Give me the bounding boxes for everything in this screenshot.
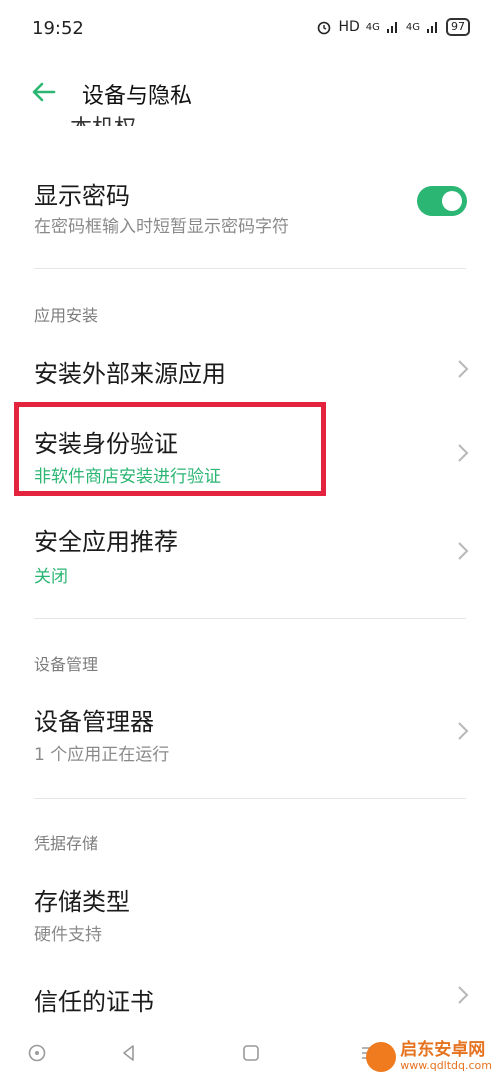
status-bar: 19:52 HD 4G 4G 97: [0, 0, 500, 60]
chevron-right-icon: [458, 986, 469, 1004]
storage-type-title: 存储类型: [34, 888, 130, 916]
signal2-label: 4G: [405, 21, 420, 33]
section-header-device-manage: 设备管理: [34, 655, 99, 674]
signal-icon: [427, 22, 437, 33]
toggle-knob: [442, 191, 462, 211]
partial-list-item: 本机权: [70, 106, 190, 126]
device-admin-subtitle: 1 个应用正在运行: [34, 745, 170, 765]
divider: [34, 618, 466, 619]
section-header-credential-storage: 凭据存储: [34, 834, 99, 853]
show-password-subtitle: 在密码框输入时短暂显示密码字符: [34, 217, 289, 237]
install-external-row[interactable]: 安装外部来源应用: [0, 340, 500, 402]
status-time: 19:52: [32, 18, 84, 39]
section-header-app-install: 应用安装: [34, 306, 99, 325]
install-external-title: 安装外部来源应用: [34, 360, 226, 388]
storage-type-subtitle: 硬件支持: [34, 925, 102, 945]
battery-icon: 97: [446, 18, 470, 36]
show-password-title: 显示密码: [34, 182, 130, 210]
status-icons: HD 4G 4G 97: [316, 18, 470, 36]
chevron-right-icon: [458, 444, 469, 462]
security-recommend-row[interactable]: 安全应用推荐 关闭: [0, 508, 500, 604]
watermark-logo-icon: [366, 1042, 397, 1072]
highlight-box: [14, 402, 326, 496]
chevron-right-icon: [458, 542, 469, 560]
back-arrow-icon[interactable]: [28, 76, 60, 108]
device-admin-row[interactable]: 设备管理器 1 个应用正在运行: [0, 688, 500, 784]
storage-type-row: 存储类型 硬件支持: [0, 868, 500, 958]
signal1-label: 4G: [365, 21, 380, 33]
alarm-icon: [318, 21, 331, 35]
show-password-toggle[interactable]: [417, 186, 467, 216]
hd-label: HD: [338, 19, 360, 35]
watermark-name: 启东安卓网: [400, 1040, 486, 1061]
home-icon[interactable]: [240, 1042, 262, 1064]
chevron-right-icon: [458, 722, 469, 740]
security-recommend-title: 安全应用推荐: [34, 528, 178, 556]
device-admin-title: 设备管理器: [34, 708, 154, 736]
assistant-icon[interactable]: [26, 1042, 48, 1064]
back-nav-icon[interactable]: [118, 1042, 140, 1064]
security-recommend-subtitle: 关闭: [34, 567, 68, 587]
watermark-url: www.qdltdq.com: [400, 1059, 492, 1073]
chevron-right-icon: [458, 360, 469, 378]
trusted-certs-row[interactable]: 信任的证书: [0, 968, 500, 1028]
divider: [34, 798, 466, 799]
signal-icon: [386, 22, 397, 33]
trusted-certs-title: 信任的证书: [34, 988, 154, 1016]
watermark: 启东安卓网 www.qdltdq.com: [366, 1040, 492, 1073]
divider: [34, 268, 466, 269]
